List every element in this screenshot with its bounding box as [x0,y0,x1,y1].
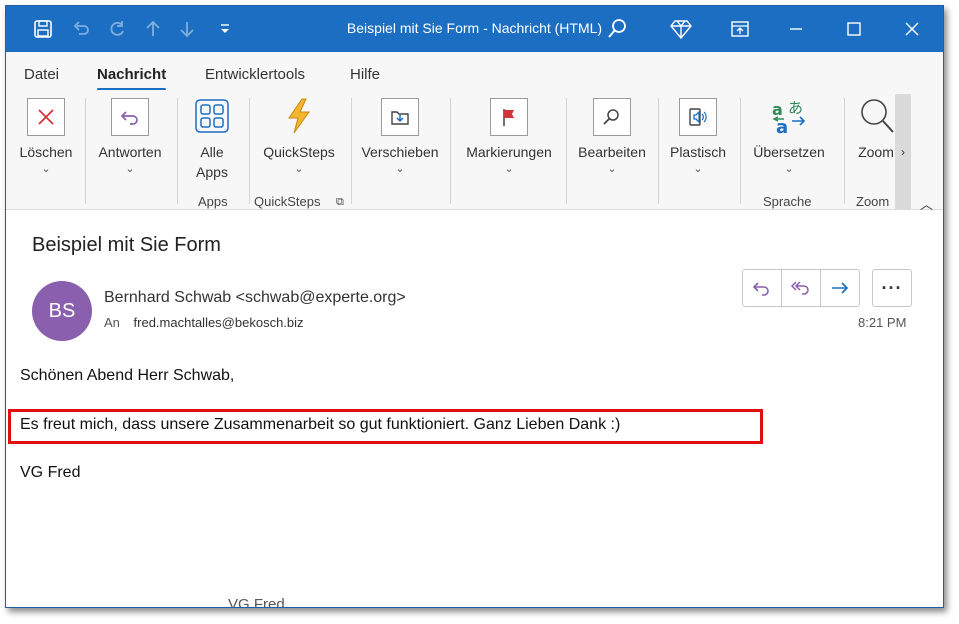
highlight-annotation [8,409,763,444]
ribbon-separator [249,98,250,204]
received-time: 8:21 PM [858,315,907,330]
delete-button[interactable]: Löschen ⌄ [16,96,76,175]
ribbon-separator [351,98,352,204]
ghost-text: VG Fred [228,596,285,608]
find-icon [593,98,631,136]
apps-grid-icon [192,96,232,136]
reply-actions-group [742,269,860,307]
all-apps-button[interactable]: Alle Apps [186,96,238,182]
chevron-down-icon: ⌄ [294,163,304,175]
menu-bar: Datei Nachricht Entwicklertools Hilfe [6,52,943,91]
outlook-message-window: Beispiel mit Sie Form - Nachricht (HTML)… [5,5,944,608]
close-icon[interactable] [898,16,926,42]
delete-icon [27,98,65,136]
ribbon-separator [658,98,659,204]
more-actions-button[interactable]: ··· [872,269,912,307]
ribbon-display-options-icon[interactable] [726,16,754,42]
zoom-icon [856,96,896,136]
move-button[interactable]: Verschieben ⌄ [358,96,442,175]
tab-datei[interactable]: Datei [24,66,59,83]
group-label-quicksteps: QuickSteps [254,194,321,209]
chevron-down-icon: ⌄ [693,163,703,175]
chevron-down-icon: ⌄ [504,163,514,175]
quicksteps-button[interactable]: QuickSteps ⌄ [258,96,340,175]
body-greeting: Schönen Abend Herr Schwab, [20,367,235,384]
reply-all-icon[interactable] [782,270,821,306]
maximize-icon[interactable] [840,16,868,42]
diamond-icon[interactable] [670,18,692,40]
ribbon-separator [85,98,86,204]
immersive-reader-icon [679,98,717,136]
translate-button[interactable]: a あ a Übersetzen ⌄ [748,96,830,175]
all-apps-label-line2: Apps [196,164,228,180]
all-apps-label: Alle Apps [196,142,228,182]
chevron-down-icon: ⌄ [784,163,794,175]
title-bar: Beispiel mit Sie Form - Nachricht (HTML) [6,6,943,52]
message-subject: Beispiel mit Sie Form [32,234,221,256]
ribbon-separator [740,98,741,204]
chevron-down-icon: ⌄ [41,163,51,175]
ribbon-separator [844,98,845,204]
group-label-apps: Apps [198,194,228,209]
chevron-down-icon: ⌄ [395,163,405,175]
reply-icon[interactable] [743,270,782,306]
recipient-row: An fred.machtalles@bekosch.biz [104,315,304,330]
tab-hilfe[interactable]: Hilfe [350,66,380,83]
sender-address[interactable]: Bernhard Schwab <schwab@experte.org> [104,289,406,307]
forward-icon[interactable] [821,270,859,306]
chevron-down-icon: ⌄ [125,163,135,175]
ribbon-scroll-right-icon[interactable]: › [895,94,911,210]
collapse-ribbon-icon[interactable]: ︿ [920,194,933,213]
zoom-label: Zoom [858,144,894,160]
chevron-down-icon: ⌄ [607,163,617,175]
recipient-address[interactable]: fred.machtalles@bekosch.biz [134,315,304,330]
ribbon-separator [177,98,178,204]
move-folder-icon [381,98,419,136]
all-apps-label-line1: Alle [200,144,224,160]
dialog-launcher-icon[interactable]: ⧉ [336,196,344,209]
reply-button[interactable]: Antworten ⌄ [94,96,166,175]
group-label-zoom: Zoom [856,194,890,209]
reply-label: Antworten [98,144,162,160]
tab-nachricht[interactable]: Nachricht [97,66,167,91]
flag-icon [490,98,528,136]
reply-icon [111,98,149,136]
svg-text:あ: あ [788,99,803,117]
tags-button[interactable]: Markierungen ⌄ [460,96,558,175]
translate-icon: a あ a [769,96,809,136]
group-label-sprache: Sprache [763,194,812,209]
avatar[interactable]: BS [32,281,92,341]
immersive-reader-button[interactable]: Plastisch ⌄ [666,96,730,175]
tags-label: Markierungen [466,144,552,160]
to-label: An [104,315,120,330]
ribbon-separator [450,98,451,204]
move-label: Verschieben [361,144,439,160]
minimize-icon[interactable] [782,16,810,42]
edit-label: Bearbeiten [578,144,646,160]
tab-entwicklertools[interactable]: Entwicklertools [205,66,305,83]
delete-label: Löschen [19,144,73,160]
ribbon: Löschen ⌄ Antworten ⌄ Alle Apps Apps Qui… [6,90,943,213]
ribbon-separator [566,98,567,204]
immersive-reader-label: Plastisch [669,144,727,160]
translate-label: Übersetzen [753,144,825,160]
body-signoff: VG Fred [20,464,81,481]
quicksteps-label: QuickSteps [263,144,335,160]
edit-button[interactable]: Bearbeiten ⌄ [574,96,650,175]
search-icon[interactable] [606,18,628,40]
lightning-icon [279,96,319,136]
